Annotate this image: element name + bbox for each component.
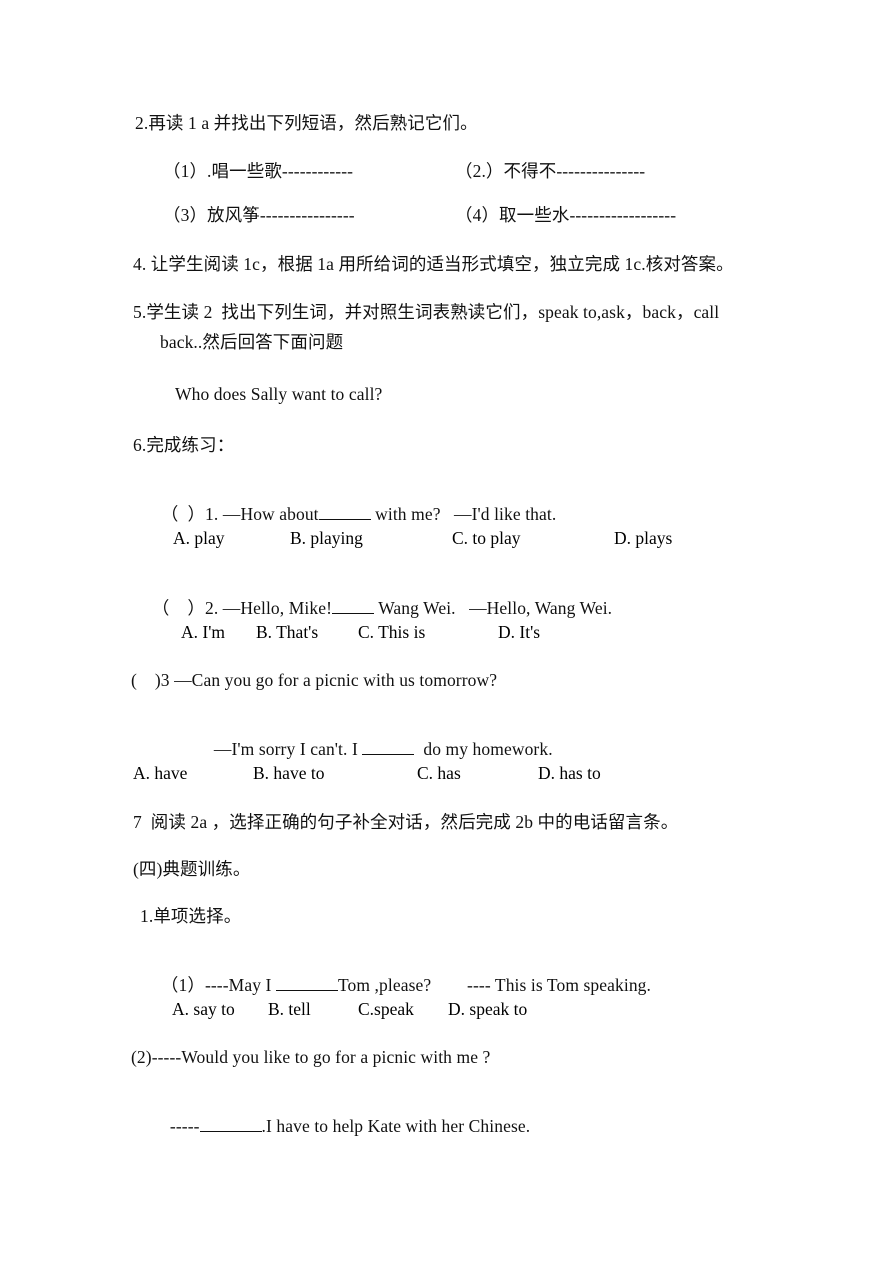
question-2-suffix: Wang Wei. —Hello, Wang Wei.: [378, 598, 613, 618]
question-3-option-c[interactable]: C. has: [417, 763, 461, 784]
question-3-blank[interactable]: [362, 739, 415, 755]
exercise-5-line-2: back..然后回答下面问题: [160, 332, 344, 352]
phrase-item-3: （3）放风筝----------------: [163, 205, 355, 225]
training-2-suffix: .I have to help Kate with her Chinese.: [261, 1116, 531, 1136]
training-1-option-c[interactable]: C.speak: [358, 999, 414, 1020]
question-2-option-b[interactable]: B. That's: [256, 622, 318, 643]
training-1-blank[interactable]: [275, 975, 338, 991]
section-four-heading: (四)典题训练。: [133, 859, 251, 879]
question-3-option-a[interactable]: A. have: [133, 763, 187, 784]
question-1-option-b[interactable]: B. playing: [290, 528, 363, 549]
exercise-5-line-1: 5.学生读 2 找出下列生词，并对照生词表熟读它们，speak to,ask，b…: [133, 302, 720, 322]
question-3-option-d[interactable]: D. has to: [538, 763, 601, 784]
question-3-stem-line-1: ( )3 —Can you go for a picnic with us to…: [131, 670, 498, 690]
training-1-option-d[interactable]: D. speak to: [448, 999, 527, 1020]
exercise-2-heading: 2.再读 1 a 并找出下列短语，然后熟记它们。: [135, 113, 478, 133]
training-1-mid: Tom ,please?: [337, 975, 432, 995]
phrase-item-4: （4）取一些水------------------: [455, 205, 677, 225]
question-2-blank[interactable]: [332, 598, 375, 614]
question-1-option-d[interactable]: D. plays: [614, 528, 672, 549]
training-1-prefix: （1）----May I: [160, 975, 272, 995]
exercise-5-question: Who does Sally want to call?: [175, 384, 383, 404]
question-3-stem-line-2: —I'm sorry I can't. I do my homework.: [196, 716, 553, 782]
document-page: 2.再读 1 a 并找出下列短语，然后熟记它们。 （1）.唱一些歌-------…: [0, 0, 892, 1262]
question-2-option-d[interactable]: D. It's: [498, 622, 540, 643]
exercise-7-text: 7 阅读 2a ，选择正确的句子补全对话，然后完成 2b 中的电话留言条。: [133, 812, 679, 832]
phrase-item-2: （2.）不得不---------------: [455, 161, 646, 181]
exercise-4-text: 4. 让学生阅读 1c，根据 1a 用所给词的适当形式填空，独立完成 1c.核对…: [133, 254, 734, 274]
training-1-option-b[interactable]: B. tell: [268, 999, 311, 1020]
question-2-option-a[interactable]: A. I'm: [181, 622, 225, 643]
question-1-suffix: with me? —I'd like that.: [375, 504, 557, 524]
question-1-blank[interactable]: [318, 504, 371, 520]
question-1-option-c[interactable]: C. to play: [452, 528, 521, 549]
question-3-option-b[interactable]: B. have to: [253, 763, 324, 784]
question-2-prefix: （ ）2. —Hello, Mike!: [151, 598, 333, 618]
phrase-item-1: （1）.唱一些歌------------: [163, 161, 354, 181]
question-1-prefix: （ ）1. —How about: [160, 504, 319, 524]
question-2-option-c[interactable]: C. This is: [358, 622, 425, 643]
training-1-suffix: ---- This is Tom speaking.: [467, 975, 652, 995]
question-3-prefix: —I'm sorry I can't. I: [213, 739, 358, 759]
training-question-2-line-2: ----- .I have to help Kate with her Chine…: [152, 1093, 530, 1159]
question-1-option-a[interactable]: A. play: [173, 528, 225, 549]
training-2-prefix: -----: [169, 1116, 200, 1136]
training-2-blank[interactable]: [199, 1116, 262, 1132]
exercise-6-heading: 6.完成练习：: [133, 435, 235, 455]
question-3-suffix: do my homework.: [423, 739, 553, 759]
subsection-1-heading: 1.单项选择。: [140, 906, 242, 926]
training-question-2-line-1: (2)-----Would you like to go for a picni…: [131, 1047, 491, 1067]
training-1-option-a[interactable]: A. say to: [172, 999, 235, 1020]
